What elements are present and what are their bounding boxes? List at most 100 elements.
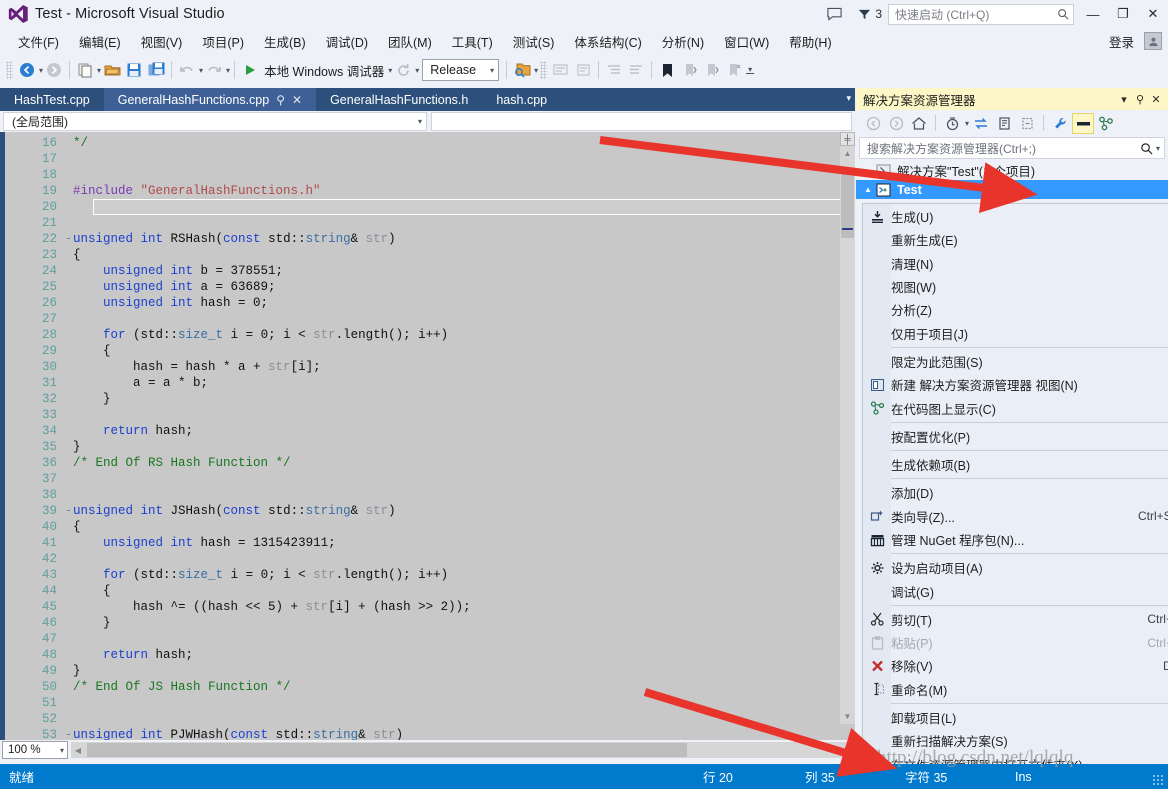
- context-menu-item[interactable]: 分析(Z): [863, 298, 1168, 321]
- increase-indent-icon[interactable]: [603, 58, 625, 82]
- close-icon[interactable]: ✕: [1148, 90, 1164, 108]
- start-debug-label[interactable]: 本地 Windows 调试器: [261, 61, 387, 80]
- previous-bookmark-icon[interactable]: [678, 58, 700, 82]
- context-menu-item[interactable]: 添加(D): [863, 481, 1168, 504]
- context-menu-item[interactable]: 移除(V) Del: [863, 654, 1168, 677]
- menu-project[interactable]: 项目(P): [192, 29, 254, 54]
- maximize-button[interactable]: ❐: [1108, 0, 1138, 28]
- quick-launch-input[interactable]: 快速启动 (Ctrl+Q): [888, 3, 1074, 25]
- navigate-forward-icon[interactable]: [43, 58, 65, 82]
- minimize-button[interactable]: —: [1078, 0, 1108, 28]
- context-menu-item[interactable]: 生成依赖项(B): [863, 453, 1168, 476]
- context-menu-item[interactable]: 类向导(Z)... Ctrl+Shi: [863, 505, 1168, 528]
- solution-configuration-dropdown[interactable]: Release ▾: [422, 59, 500, 81]
- menu-edit[interactable]: 编辑(E): [69, 29, 131, 54]
- sync-with-active-document-icon[interactable]: [970, 113, 992, 134]
- context-menu-item[interactable]: 视图(W): [863, 275, 1168, 298]
- start-debug-play-icon[interactable]: [239, 58, 261, 82]
- chevron-down-icon[interactable]: ▾: [1156, 144, 1160, 153]
- preview-selected-items-icon[interactable]: [1072, 112, 1095, 134]
- refresh-icon[interactable]: [993, 113, 1015, 134]
- menu-view[interactable]: 视图(V): [131, 29, 193, 54]
- tree-item-solution[interactable]: 解决方案"Test"(1 个项目): [856, 161, 1168, 180]
- next-bookmark-icon[interactable]: [700, 58, 722, 82]
- save-icon[interactable]: [123, 58, 145, 82]
- horizontal-scroll-thumb[interactable]: [87, 743, 687, 757]
- tab-hashtest-cpp[interactable]: HashTest.cpp: [0, 88, 104, 111]
- menu-architecture[interactable]: 体系结构(C): [564, 29, 651, 54]
- code-fold-toggle[interactable]: -: [64, 231, 73, 247]
- chevron-down-icon[interactable]: ▾: [1116, 90, 1132, 108]
- expander-icon[interactable]: ▲: [864, 185, 875, 194]
- tab-generalhashfunctions-cpp[interactable]: GeneralHashFunctions.cpp ⚲ ✕: [103, 88, 317, 111]
- context-menu-item[interactable]: 设为启动项目(A): [863, 556, 1168, 579]
- pending-changes-dropdown-icon[interactable]: ▾: [965, 119, 969, 128]
- context-menu-item[interactable]: 仅用于项目(J): [863, 321, 1168, 344]
- menu-debug[interactable]: 调试(D): [316, 29, 378, 54]
- account-icon[interactable]: [1144, 32, 1162, 50]
- editor-horizontal-scrollbar[interactable]: ◀ ▶: [71, 742, 855, 758]
- context-menu-item[interactable]: 剪切(T) Ctrl+X: [863, 608, 1168, 631]
- scope-dropdown[interactable]: (全局范围) ▾: [3, 112, 427, 131]
- resize-grip[interactable]: [1152, 774, 1164, 786]
- context-menu-item[interactable]: 调试(G): [863, 579, 1168, 602]
- refresh-icon[interactable]: [392, 58, 414, 82]
- solution-explorer-search-input[interactable]: 搜索解决方案资源管理器(Ctrl+;) ▾: [859, 137, 1165, 159]
- toolbar-grip[interactable]: [6, 61, 13, 79]
- context-menu-item[interactable]: 新建 解决方案资源管理器 视图(N): [863, 373, 1168, 396]
- context-menu-item[interactable]: 重命名(M): [863, 678, 1168, 701]
- find-dropdown-icon[interactable]: ▾: [534, 66, 538, 75]
- context-menu-item[interactable]: 生成(U): [863, 205, 1168, 228]
- redo-icon[interactable]: [203, 58, 225, 82]
- scroll-right-icon[interactable]: ▶: [841, 742, 855, 758]
- context-menu-item[interactable]: 清理(N): [863, 252, 1168, 275]
- find-in-files-icon[interactable]: [511, 58, 533, 82]
- close-icon[interactable]: ✕: [292, 93, 302, 107]
- tab-generalhashfunctions-h[interactable]: GeneralHashFunctions.h: [316, 88, 482, 111]
- class-view-icon[interactable]: [1095, 113, 1117, 134]
- refresh-dropdown-icon[interactable]: ▾: [415, 66, 419, 75]
- menu-analyze[interactable]: 分析(N): [652, 29, 714, 54]
- open-file-icon[interactable]: [101, 58, 123, 82]
- toolbar-grip[interactable]: [540, 61, 548, 79]
- close-button[interactable]: ✕: [1138, 0, 1168, 28]
- menu-file[interactable]: 文件(F): [8, 29, 69, 54]
- code-editor[interactable]: 16 */17 18 19 #include "GeneralHashFunct…: [0, 132, 855, 740]
- feedback-icon[interactable]: [819, 0, 849, 28]
- collapse-all-icon[interactable]: [1016, 113, 1038, 134]
- tab-list-dropdown-icon[interactable]: ▾: [846, 93, 851, 104]
- save-all-icon[interactable]: [145, 58, 167, 82]
- member-dropdown[interactable]: [431, 112, 852, 131]
- scroll-down-icon[interactable]: ▼: [840, 709, 855, 724]
- toolbar-overflow-icon[interactable]: ▾: [744, 65, 756, 74]
- menu-tools[interactable]: 工具(T): [442, 29, 503, 54]
- code-text-area[interactable]: 16 */17 18 19 #include "GeneralHashFunct…: [23, 132, 855, 740]
- editor-split-handle[interactable]: ╪: [840, 132, 855, 146]
- code-fold-toggle[interactable]: -: [64, 727, 73, 740]
- navigate-back-icon[interactable]: [16, 58, 38, 82]
- scroll-left-icon[interactable]: ◀: [71, 742, 85, 758]
- uncomment-selection-icon[interactable]: [572, 58, 594, 82]
- context-menu-item[interactable]: 重新生成(E): [863, 228, 1168, 251]
- undo-icon[interactable]: [176, 58, 198, 82]
- decrease-indent-icon[interactable]: [625, 58, 647, 82]
- context-menu-item[interactable]: 管理 NuGet 程序包(N)...: [863, 528, 1168, 551]
- signin-link[interactable]: 登录: [1109, 32, 1134, 51]
- bookmark-icon[interactable]: [656, 58, 678, 82]
- home-icon[interactable]: [908, 113, 930, 134]
- menu-build[interactable]: 生成(B): [254, 29, 316, 54]
- forward-icon[interactable]: [885, 113, 907, 134]
- clear-bookmarks-icon[interactable]: [722, 58, 744, 82]
- new-project-icon[interactable]: [74, 58, 96, 82]
- menu-test[interactable]: 测试(S): [503, 29, 565, 54]
- pending-changes-icon[interactable]: [941, 113, 963, 134]
- menu-window[interactable]: 窗口(W): [714, 29, 779, 54]
- back-icon[interactable]: [862, 113, 884, 134]
- pin-icon[interactable]: ⚲: [276, 93, 285, 107]
- scroll-up-icon[interactable]: ▲: [840, 146, 855, 161]
- menu-help[interactable]: 帮助(H): [779, 29, 841, 54]
- tab-hash-cpp[interactable]: hash.cpp: [482, 88, 561, 111]
- zoom-level-dropdown[interactable]: 100 % ▾: [2, 741, 68, 759]
- context-menu-item[interactable]: 按配置优化(P): [863, 425, 1168, 448]
- properties-wrench-icon[interactable]: [1049, 113, 1071, 134]
